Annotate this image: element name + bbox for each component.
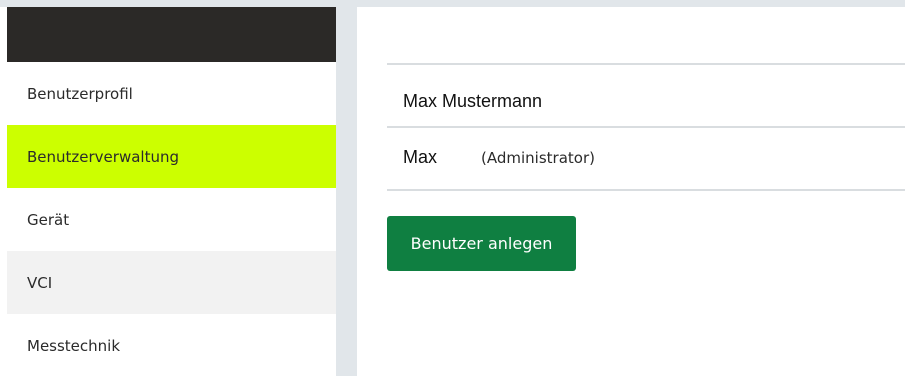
user-role: (Administrator) [481,149,595,167]
sidebar-header [7,7,336,62]
sidebar: Benutzerprofil Benutzerverwaltung Gerät … [7,7,336,376]
sidebar-item-benutzerverwaltung[interactable]: Benutzerverwaltung [7,125,336,188]
sidebar-item-vci[interactable]: VCI [7,251,336,314]
left-gutter [0,0,7,376]
user-list-item[interactable]: Max (Administrator) [403,147,595,168]
sidebar-item-label: Benutzerverwaltung [27,147,179,166]
sidebar-item-benutzerprofil[interactable]: Benutzerprofil [7,62,336,125]
divider-line [387,63,905,65]
sidebar-item-label: Gerät [27,210,70,229]
top-strip [0,0,905,7]
user-full-name: Max Mustermann [403,91,543,111]
user-login: Max [403,147,438,167]
sidebar-item-messtechnik[interactable]: Messtechnik [7,314,336,377]
main-content: Max Mustermann Max (Administrator) Benut… [357,7,905,376]
divider-line [387,189,905,191]
sidebar-item-label: Benutzerprofil [27,84,133,103]
create-user-button[interactable]: Benutzer anlegen [387,216,576,271]
panel-divider [336,0,357,376]
divider-line [387,126,905,128]
sidebar-item-geraet[interactable]: Gerät [7,188,336,251]
sidebar-item-label: VCI [27,273,53,292]
sidebar-item-label: Messtechnik [27,336,121,355]
